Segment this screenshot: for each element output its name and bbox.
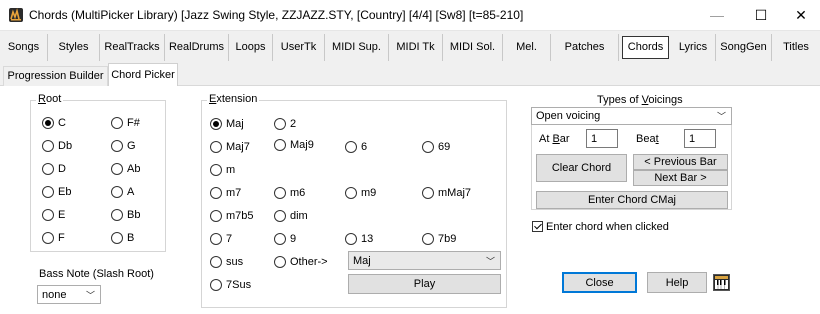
window-title: Chords (MultiPicker Library) [Jazz Swing…	[29, 8, 524, 22]
ext-radio-7[interactable]: 7	[210, 233, 232, 245]
ext-radio-69[interactable]: 69	[422, 141, 450, 153]
ext-radio-m[interactable]: m	[210, 164, 235, 176]
chevron-down-icon: ﹀	[716, 111, 726, 122]
root-radio-g[interactable]: G	[111, 140, 136, 152]
tab-realdrums[interactable]: RealDrums	[165, 34, 229, 61]
tab-progression-builder[interactable]: Progression Builder	[3, 66, 108, 86]
other-extension-select[interactable]: Maj ﹀	[348, 251, 501, 270]
maximize-button[interactable]: ☐	[741, 0, 781, 30]
enter-chord-button[interactable]: Enter Chord CMaj	[536, 191, 728, 209]
beat-input[interactable]: 1	[684, 129, 716, 148]
ext-radio-m6[interactable]: m6	[274, 187, 305, 199]
chevron-down-icon: ﹀	[85, 290, 95, 300]
bass-note-select[interactable]: none ﹀	[37, 285, 101, 304]
ext-radio-sus[interactable]: sus	[210, 256, 243, 268]
tab-lyrics[interactable]: Lyrics	[671, 34, 716, 61]
root-radio-e[interactable]: E	[42, 209, 65, 221]
bass-note-label: Bass Note (Slash Root)	[39, 268, 154, 280]
app-logo-icon	[9, 8, 23, 22]
root-radio-bb[interactable]: Bb	[111, 209, 140, 221]
extension-group: Extension Maj 2 Maj7 Maj9 6 69 m m7 m6 m…	[201, 93, 507, 308]
ext-radio-m9[interactable]: m9	[345, 187, 376, 199]
keyboard-icon[interactable]	[713, 274, 730, 291]
tab-songgen[interactable]: SongGen	[716, 34, 772, 61]
tab-chords[interactable]: Chords	[622, 36, 669, 59]
beat-label: Beat	[636, 133, 659, 145]
tab-titles[interactable]: Titles	[772, 34, 820, 61]
radio-selected-icon	[42, 117, 54, 129]
main-tab-bar: Songs Styles RealTracks RealDrums Loops …	[0, 30, 820, 62]
chord-picker-panel: Root C F# Db G D Ab Eb A E Bb F B Bass N…	[0, 86, 820, 314]
radio-selected-icon	[210, 118, 222, 130]
ext-radio-13[interactable]: 13	[345, 233, 373, 245]
previous-bar-button[interactable]: < Previous Bar	[633, 154, 728, 170]
root-radio-d[interactable]: D	[42, 163, 66, 175]
ext-radio-m7[interactable]: m7	[210, 187, 241, 199]
ext-radio-maj7[interactable]: Maj7	[210, 141, 250, 153]
close-button[interactable]: Close	[562, 272, 637, 293]
root-radio-c[interactable]: C	[42, 117, 66, 129]
root-radio-f[interactable]: F	[42, 232, 65, 244]
tab-usertk[interactable]: UserTk	[273, 34, 325, 61]
next-bar-button[interactable]: Next Bar >	[633, 170, 728, 186]
ext-radio-m7b5[interactable]: m7b5	[210, 210, 254, 222]
tab-chord-picker[interactable]: Chord Picker	[108, 63, 178, 87]
play-button[interactable]: Play	[348, 274, 501, 294]
root-radio-b[interactable]: B	[111, 232, 134, 244]
ext-radio-other[interactable]: Other->	[274, 256, 328, 268]
tab-midi-tk[interactable]: MIDI Tk	[389, 34, 443, 61]
tab-midi-sol[interactable]: MIDI Sol.	[443, 34, 503, 61]
voicings-label: Types of Voicings	[597, 94, 683, 106]
root-radio-ab[interactable]: Ab	[111, 163, 140, 175]
root-group-label: Root	[36, 93, 64, 105]
ext-radio-6[interactable]: 6	[345, 141, 367, 153]
ext-radio-maj[interactable]: Maj	[210, 118, 244, 130]
ext-radio-mmaj7[interactable]: mMaj7	[422, 187, 471, 199]
at-bar-label: At Bar	[539, 133, 570, 145]
root-radio-eb[interactable]: Eb	[42, 186, 71, 198]
ext-radio-2[interactable]: 2	[274, 118, 296, 130]
help-button[interactable]: Help	[647, 272, 707, 293]
title-bar: Chords (MultiPicker Library) [Jazz Swing…	[0, 0, 820, 30]
at-bar-input[interactable]: 1	[586, 129, 618, 148]
tab-styles[interactable]: Styles	[48, 34, 100, 61]
tab-mel[interactable]: Mel.	[503, 34, 551, 61]
ext-radio-7sus[interactable]: 7Sus	[210, 279, 251, 291]
ext-radio-7b9[interactable]: 7b9	[422, 233, 456, 245]
tab-loops[interactable]: Loops	[229, 34, 273, 61]
root-radio-db[interactable]: Db	[42, 140, 72, 152]
ext-radio-dim[interactable]: dim	[274, 210, 308, 222]
close-window-button[interactable]: ✕	[781, 0, 820, 30]
tab-midi-sup[interactable]: MIDI Sup.	[325, 34, 389, 61]
tab-realtracks[interactable]: RealTracks	[100, 34, 165, 61]
tab-songs[interactable]: Songs	[0, 34, 48, 61]
clear-chord-button[interactable]: Clear Chord	[536, 154, 627, 182]
tab-patches[interactable]: Patches	[551, 34, 619, 61]
chevron-down-icon: ﹀	[485, 256, 495, 266]
ext-radio-9[interactable]: 9	[274, 233, 296, 245]
enter-when-clicked-label: Enter chord when clicked	[546, 221, 669, 233]
enter-when-clicked-checkbox[interactable]	[532, 221, 543, 232]
root-radio-a[interactable]: A	[111, 186, 134, 198]
voicing-select[interactable]: Open voicing ﹀	[531, 107, 732, 125]
minimize-button[interactable]: —	[697, 0, 737, 30]
extension-group-label: Extension	[207, 93, 260, 105]
ext-radio-maj9[interactable]: Maj9	[274, 139, 314, 151]
root-radio-f-sharp[interactable]: F#	[111, 117, 140, 129]
root-group: Root C F# Db G D Ab Eb A E Bb F B	[30, 93, 166, 252]
sub-tab-bar: Progression Builder Chord Picker	[0, 62, 820, 87]
